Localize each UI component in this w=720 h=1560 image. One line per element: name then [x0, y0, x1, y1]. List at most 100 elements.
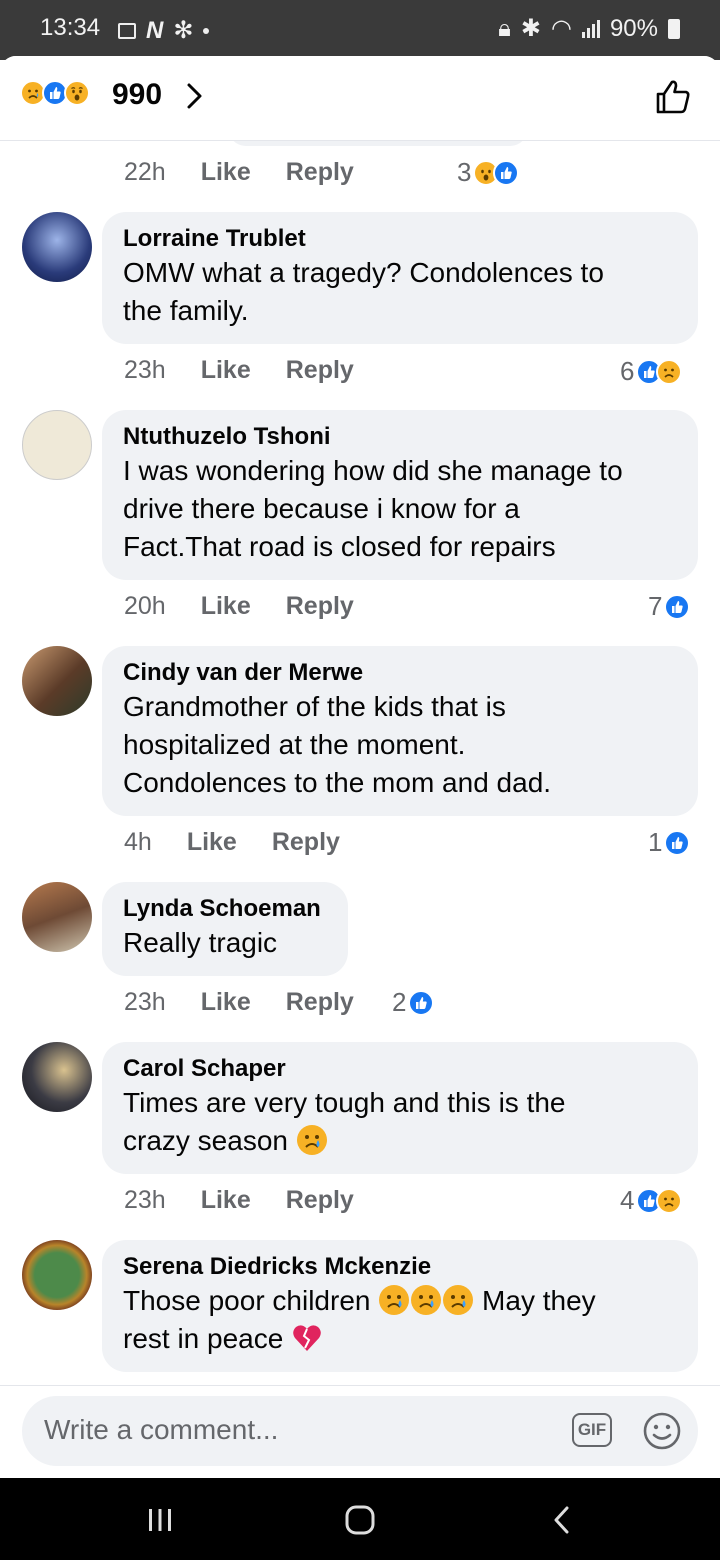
like-link[interactable]: Like — [201, 158, 251, 187]
gallery-icon — [118, 22, 136, 39]
comment-text-line: Those poor children May they — [123, 1282, 678, 1320]
recent-apps-icon[interactable] — [144, 1504, 176, 1536]
comment-text-line: OMW what a tragedy? Condolences to — [123, 257, 604, 288]
like-link[interactable]: Like — [201, 988, 251, 1017]
comment-text-fragment: Those poor children — [123, 1285, 371, 1316]
comment-author[interactable]: Carol Schaper — [123, 1054, 678, 1084]
reply-link[interactable]: Reply — [286, 988, 354, 1017]
comment-text-line: Fact.That road is closed for repairs — [123, 531, 556, 562]
wifi-icon: ◠ — [551, 15, 572, 42]
comment-text-line: the family. — [123, 295, 249, 326]
heart-broken-icon — [293, 1325, 321, 1351]
sad-face-icon — [296, 1125, 327, 1155]
comment-time: 23h — [124, 1186, 166, 1214]
reaction-count: 3 — [457, 157, 472, 187]
reply-link[interactable]: Reply — [286, 1186, 354, 1215]
reply-link[interactable]: Reply — [286, 592, 354, 621]
status-notification-icons: N ✻ — [118, 16, 210, 45]
chevron-right-icon[interactable] — [180, 82, 208, 110]
sad-face-icon — [379, 1285, 410, 1315]
reply-link[interactable]: Reply — [286, 158, 354, 187]
comment-composer-bar: Write a comment... GIF — [0, 1385, 720, 1479]
comment-time: 20h — [124, 592, 166, 620]
comment-reactions[interactable]: 4 — [620, 1185, 683, 1216]
android-nav-bar — [0, 1478, 720, 1560]
reply-link[interactable]: Reply — [272, 828, 340, 857]
comment-input[interactable]: Write a comment... GIF — [22, 1396, 698, 1466]
comment-reactions[interactable]: 6 — [620, 356, 683, 387]
comment-text-fragment: rest in peace — [123, 1323, 284, 1354]
reaction-count: 2 — [392, 987, 407, 1017]
bluetooth-icon: ✱ — [520, 15, 541, 42]
like-react-icon — [493, 159, 520, 186]
avatar[interactable] — [22, 212, 92, 282]
comment-meta: 23h Like Reply — [124, 988, 354, 1017]
avatar[interactable] — [22, 410, 92, 480]
comment-author[interactable]: Serena Diedricks Mckenzie — [123, 1252, 678, 1282]
like-react-icon — [664, 593, 691, 620]
battery-icon — [668, 18, 680, 39]
comment-bubble: Ntuthuzelo Tshoni I was wondering how di… — [102, 410, 698, 580]
comment-text-line: Times are very tough and this is the — [123, 1087, 566, 1118]
comment-bubble: Cindy van der Merwe Grandmother of the k… — [102, 646, 698, 816]
comment-input-placeholder[interactable]: Write a comment... — [44, 1414, 278, 1446]
avatar[interactable] — [22, 1042, 92, 1112]
comment-time: 23h — [124, 356, 166, 384]
reaction-summary[interactable] — [20, 80, 90, 106]
like-react-icon — [664, 829, 691, 856]
like-link[interactable]: Like — [201, 592, 251, 621]
comment-time: 4h — [124, 828, 152, 856]
comment-text-fragment: crazy season — [123, 1125, 288, 1156]
comment-time: 23h — [124, 988, 166, 1016]
comment-time: 22h — [124, 158, 166, 186]
signal-icon — [581, 19, 600, 38]
comment-author[interactable]: Cindy van der Merwe — [123, 658, 678, 688]
gif-icon[interactable]: GIF — [572, 1413, 612, 1447]
reply-link[interactable]: Reply — [286, 356, 354, 385]
comment-text-line: rest in peace — [123, 1320, 678, 1358]
reaction-total[interactable]: 990 — [112, 78, 162, 112]
smiley-icon[interactable] — [642, 1411, 682, 1451]
like-link[interactable]: Like — [201, 1186, 251, 1215]
comment-reactions[interactable]: 1 — [648, 827, 691, 858]
comment-author[interactable]: Ntuthuzelo Tshoni — [123, 422, 678, 452]
home-icon[interactable] — [344, 1504, 376, 1536]
reactions-header[interactable]: 990 — [0, 56, 720, 141]
comment-text-line: Condolences to the mom and dad. — [123, 767, 552, 798]
comment-reactions[interactable]: 7 — [648, 591, 691, 622]
thumbs-up-icon[interactable] — [654, 78, 692, 116]
comment-meta: 4h Like Reply — [124, 828, 340, 857]
comment-meta: 23h Like Reply — [124, 1186, 354, 1215]
reaction-count: 4 — [620, 1185, 635, 1215]
reaction-count: 1 — [648, 827, 663, 857]
comment-text-line: I was wondering how did she manage to — [123, 455, 623, 486]
comment-author[interactable]: Lynda Schoeman — [123, 894, 328, 924]
lock-icon: 🔒︎ — [498, 14, 511, 42]
avatar[interactable] — [22, 882, 92, 952]
comment-text-fragment: May they — [482, 1285, 596, 1316]
comment-text-line: Grandmother of the kids that is — [123, 691, 506, 722]
comment-bubble: Carol Schaper Times are very tough and t… — [102, 1042, 698, 1174]
avatar[interactable] — [22, 1240, 92, 1310]
avatar[interactable] — [22, 646, 92, 716]
battery-percent: 90% — [609, 14, 658, 42]
n-icon: N — [146, 16, 164, 44]
status-time: 13:34 — [40, 14, 101, 41]
comment-reactions[interactable]: 3 — [457, 157, 520, 188]
back-icon[interactable] — [547, 1504, 579, 1536]
status-bar: 13:34 N ✻ 🔒︎ ✱ ◠ 90% — [0, 0, 720, 60]
sad-face-icon — [411, 1285, 442, 1315]
comment-text-line: Really tragic — [123, 927, 278, 958]
wow-react-icon — [64, 80, 90, 106]
comment-author[interactable]: Lorraine Trublet — [123, 224, 678, 254]
dot-icon — [203, 27, 210, 34]
like-link[interactable]: Like — [201, 356, 251, 385]
comment-meta: 20h Like Reply — [124, 592, 354, 621]
comment-meta: 23h Like Reply — [124, 356, 354, 385]
comments-sheet: 990 22h Like Reply 3 Lorraine Trublet OM… — [0, 56, 720, 1478]
like-link[interactable]: Like — [187, 828, 237, 857]
comment-text-line: crazy season — [123, 1122, 678, 1160]
status-system-icons: 🔒︎ ✱ ◠ 90% — [498, 14, 680, 43]
comment-reactions[interactable]: 2 — [392, 987, 435, 1018]
comment-bubble: Lorraine Trublet OMW what a tragedy? Con… — [102, 212, 698, 344]
